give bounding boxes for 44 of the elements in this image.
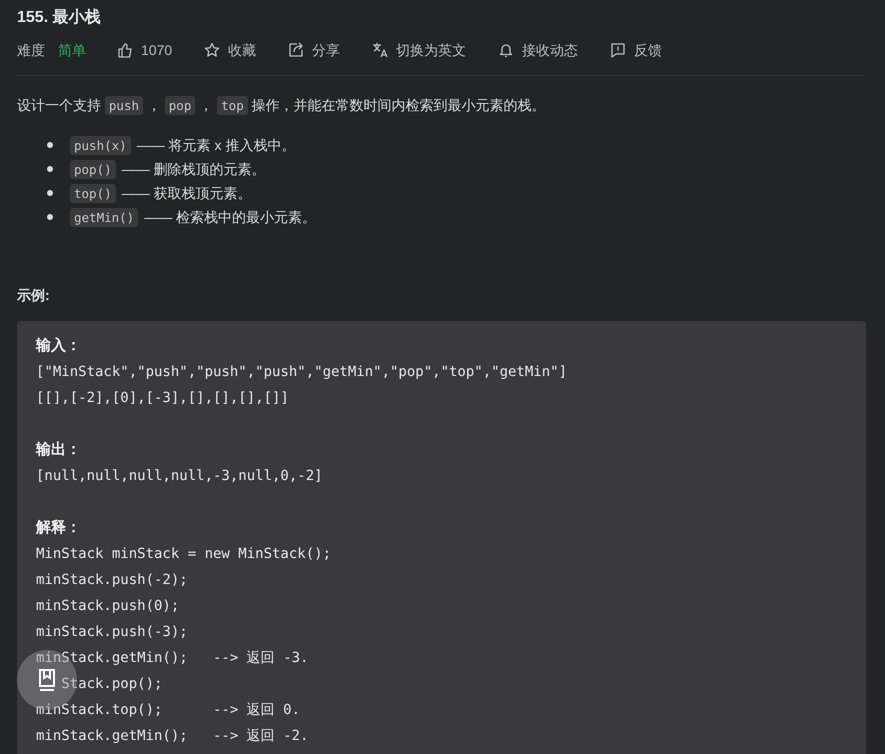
code-line: [[],[-2],[0],[-3],[],[],[],[]] — [36, 389, 289, 408]
difficulty-label: 难度 — [17, 40, 45, 60]
bullet-text: —— 获取栈顶元素。 — [122, 184, 252, 203]
code-line: MinStack minStack = new MinStack(); — [36, 545, 332, 564]
code-line: minStack.getMin(); --> 返回 -2. — [36, 727, 308, 746]
example-label: 输入： — [36, 336, 82, 356]
code-line: minStack.push(-3); — [36, 623, 188, 642]
share-button[interactable]: 分享 — [288, 40, 340, 60]
share-icon — [288, 42, 304, 58]
code-line: minStack.getMin(); --> 返回 -3. — [36, 649, 308, 668]
bullet-icon — [47, 214, 53, 220]
star-icon — [204, 42, 220, 58]
problem-title: 155. 最小栈 — [17, 8, 102, 28]
example-heading: 示例: — [17, 286, 51, 305]
feedback-icon — [610, 42, 626, 58]
thumbs-up-icon — [117, 42, 133, 58]
code-line: ["MinStack","push","push","push","getMin","pop","top","getMin"] — [36, 363, 568, 382]
translate-icon — [372, 42, 388, 58]
code-snippet: push(x) — [70, 136, 131, 154]
star-button[interactable]: 收藏 — [204, 40, 256, 60]
code-line: minStack.push(-2); — [36, 571, 188, 590]
bullet-icon — [47, 166, 53, 172]
bullet-text: —— 检索栈中的最小元素。 — [144, 208, 316, 227]
code-line: minStack.push(0); — [36, 597, 180, 616]
code-snippet: getMin() — [70, 208, 138, 226]
example-label: 解释： — [36, 518, 82, 538]
bullet-icon — [47, 142, 53, 148]
bookmark-icon — [37, 668, 57, 692]
example-label: 输出： — [36, 440, 82, 460]
code-snippet: pop() — [70, 160, 116, 178]
bullet-text: —— 将元素 x 推入栈中。 — [136, 136, 296, 155]
code-snippet: top() — [70, 184, 116, 202]
description-text: 设计一个支持 push ， pop ， top 操作，并能在常数时间内检索到最小元素的栈。 — [17, 95, 547, 117]
translate-button[interactable]: 切换为英文 — [372, 40, 466, 60]
like-button[interactable]: 1070 — [117, 40, 172, 60]
bell-icon — [498, 42, 514, 58]
feedback-button[interactable]: 反馈 — [610, 40, 662, 60]
code-line: minStack.top(); --> 返回 0. — [36, 701, 300, 720]
bullet-text: —— 删除栈顶的元素。 — [122, 160, 266, 179]
code-line: Stack.pop(); — [61, 675, 162, 694]
code-line: [null,null,null,null,-3,null,0,-2] — [36, 467, 323, 486]
difficulty-level: 简单 — [58, 40, 86, 60]
bell-button[interactable]: 接收动态 — [498, 40, 578, 60]
bullet-icon — [47, 190, 53, 196]
